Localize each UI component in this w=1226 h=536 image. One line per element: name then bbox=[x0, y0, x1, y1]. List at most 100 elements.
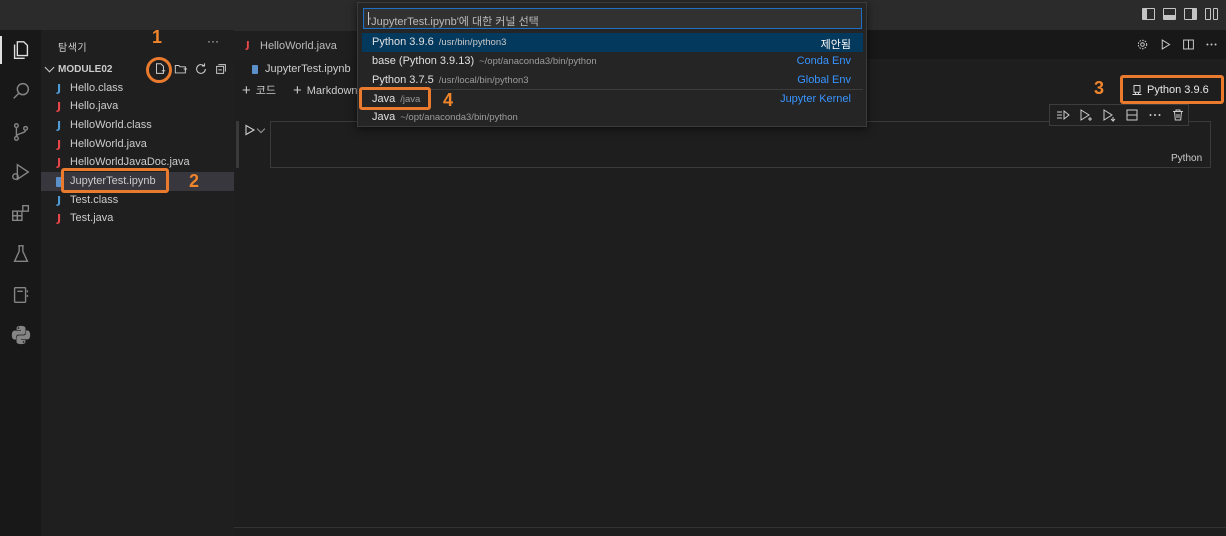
plus-icon: + bbox=[293, 82, 302, 99]
plus-icon: + bbox=[242, 82, 251, 99]
chevron-down-icon bbox=[44, 62, 55, 73]
activity-bar bbox=[0, 30, 41, 536]
annotation-number-3: 3 bbox=[1094, 78, 1105, 98]
tab-label: HelloWorld.java bbox=[260, 40, 337, 52]
cell-language-indicator[interactable]: Python bbox=[1171, 153, 1202, 164]
kernel-option-path: ~/opt/anaconda3/bin/python bbox=[479, 56, 597, 67]
kernel-option[interactable]: base (Python 3.9.13) ~/opt/anaconda3/bin/… bbox=[362, 52, 863, 71]
explorer-icon[interactable] bbox=[0, 32, 41, 68]
file-item[interactable]: J HelloWorld.class bbox=[41, 116, 234, 135]
kernel-option-name: Java bbox=[372, 111, 396, 123]
file-item[interactable]: J Test.class bbox=[41, 191, 234, 210]
execute-cell-below-icon[interactable] bbox=[1101, 107, 1117, 123]
trash-icon[interactable] bbox=[1170, 107, 1186, 123]
run-icon[interactable] bbox=[1158, 37, 1172, 51]
toggle-primary-sidebar-icon[interactable] bbox=[1142, 8, 1155, 20]
more-actions-icon[interactable] bbox=[1204, 37, 1218, 51]
gear-icon[interactable] bbox=[1135, 37, 1149, 51]
code-cell-editor[interactable] bbox=[270, 121, 1211, 168]
kernel-search-input[interactable]: 'JupyterTest.ipynb'에 대한 커널 선택 bbox=[363, 8, 862, 29]
file-name: Test.java bbox=[70, 212, 114, 224]
execute-above-icon[interactable] bbox=[1055, 107, 1071, 123]
file-item[interactable]: J HelloWorld.java bbox=[41, 135, 234, 154]
kernel-option-path: ~/opt/anaconda3/bin/python bbox=[400, 112, 518, 123]
kernel-option-name: base (Python 3.9.13) bbox=[372, 55, 475, 67]
file-item[interactable]: J Test.java bbox=[41, 209, 234, 228]
kernel-quick-pick: 'JupyterTest.ipynb'에 대한 커널 선택 Python 3.9… bbox=[357, 2, 867, 127]
file-item[interactable]: J Hello.class bbox=[41, 79, 234, 98]
add-code-cell-button[interactable]: + 코드 bbox=[242, 81, 277, 99]
explorer-sidebar: 탐색기 ··· MODULE02 J Hello.class J Hello.j… bbox=[41, 30, 234, 536]
java-class-icon: J bbox=[57, 194, 62, 207]
panel-divider bbox=[234, 527, 1226, 528]
kernel-option-name: Python 3.9.6 bbox=[372, 36, 434, 48]
source-control-icon[interactable] bbox=[0, 114, 41, 150]
tab-helloworld-java[interactable]: J HelloWorld.java bbox=[234, 30, 358, 59]
kernel-option-java[interactable]: Java/java Jupyter Kernel bbox=[362, 90, 863, 109]
text-caret bbox=[368, 12, 369, 25]
file-name: HelloWorld.java bbox=[70, 138, 147, 150]
java-file-icon: J bbox=[57, 212, 62, 225]
explorer-more-actions-button[interactable]: ··· bbox=[207, 34, 219, 48]
python-icon[interactable] bbox=[0, 317, 41, 353]
explorer-title: 탐색기 bbox=[58, 43, 88, 54]
java-file-icon: J bbox=[57, 138, 62, 151]
java-file-icon: J bbox=[57, 100, 62, 113]
cell-toolbar bbox=[1049, 104, 1189, 126]
annotation-box-kernel-button bbox=[1120, 75, 1224, 104]
kernel-option[interactable]: Python 3.7.5/usr/local/bin/python3 Globa… bbox=[362, 71, 863, 90]
breadcrumb-file[interactable]: JupyterTest.ipynb bbox=[265, 63, 351, 75]
add-markdown-cell-button[interactable]: + Markdown bbox=[293, 81, 358, 99]
annotation-circle-new-file bbox=[146, 57, 172, 83]
run-debug-icon[interactable] bbox=[0, 154, 41, 190]
file-name: Hello.class bbox=[70, 82, 124, 94]
split-editor-icon[interactable] bbox=[1181, 37, 1195, 51]
layout-controls bbox=[1142, 8, 1218, 20]
annotation-number-4: 4 bbox=[443, 90, 454, 110]
editor-actions bbox=[1135, 37, 1218, 51]
java-file-icon: J bbox=[246, 40, 250, 51]
annotation-box-java-kernel bbox=[359, 87, 431, 110]
kernel-option-path: /usr/local/bin/python3 bbox=[438, 75, 529, 86]
search-icon[interactable] bbox=[0, 73, 41, 109]
add-code-label: 코드 bbox=[255, 85, 277, 97]
chevron-down-icon[interactable] bbox=[256, 124, 266, 134]
kernel-option[interactable]: Java ~/opt/anaconda3/bin/python bbox=[362, 108, 863, 127]
java-class-icon: J bbox=[57, 82, 62, 95]
kernel-option-tag: 제안됨 bbox=[820, 39, 851, 51]
file-item[interactable]: J Hello.java bbox=[41, 97, 234, 116]
collapse-folders-button[interactable] bbox=[214, 62, 228, 76]
java-file-icon: J bbox=[57, 156, 62, 169]
kernel-option-tag: Jupyter Kernel bbox=[780, 93, 851, 105]
file-name: Test.class bbox=[70, 194, 119, 206]
kernel-option-name: Python 3.7.5 bbox=[372, 74, 434, 86]
toggle-secondary-sidebar-icon[interactable] bbox=[1184, 8, 1197, 20]
notebook-file-icon bbox=[252, 65, 258, 74]
customize-layout-icon[interactable] bbox=[1205, 8, 1218, 20]
file-name: HelloWorldJavaDoc.java bbox=[70, 156, 190, 168]
folder-name: MODULE02 bbox=[58, 64, 113, 75]
kernel-option-path: /usr/bin/python3 bbox=[438, 37, 507, 48]
file-name: HelloWorld.class bbox=[70, 119, 152, 131]
kernel-search-placeholder: 'JupyterTest.ipynb'에 대한 커널 선택 bbox=[369, 16, 539, 28]
add-markdown-label: Markdown bbox=[306, 85, 358, 97]
toggle-panel-icon[interactable] bbox=[1163, 8, 1176, 20]
execute-cell-and-below-icon[interactable] bbox=[1078, 107, 1094, 123]
new-folder-button[interactable] bbox=[174, 62, 188, 76]
notebook-panel-icon[interactable] bbox=[0, 277, 41, 313]
run-cell-icon[interactable] bbox=[244, 124, 256, 136]
kernel-option[interactable]: Python 3.9.6/usr/bin/python3 제안됨 bbox=[362, 33, 863, 52]
kernel-option-tag: Conda Env bbox=[796, 55, 851, 67]
testing-icon[interactable] bbox=[0, 236, 41, 272]
extensions-icon[interactable] bbox=[0, 195, 41, 231]
kernel-option-tag: Global Env bbox=[797, 74, 851, 86]
split-cell-icon[interactable] bbox=[1124, 107, 1140, 123]
annotation-box-notebook-file bbox=[61, 168, 169, 193]
cell-focus-indicator bbox=[236, 121, 239, 168]
file-name: Hello.java bbox=[70, 100, 119, 112]
java-class-icon: J bbox=[57, 119, 62, 132]
annotation-number-1: 1 bbox=[152, 27, 163, 47]
refresh-explorer-button[interactable] bbox=[194, 62, 208, 76]
annotation-number-2: 2 bbox=[189, 171, 200, 191]
more-icon[interactable] bbox=[1147, 107, 1163, 123]
